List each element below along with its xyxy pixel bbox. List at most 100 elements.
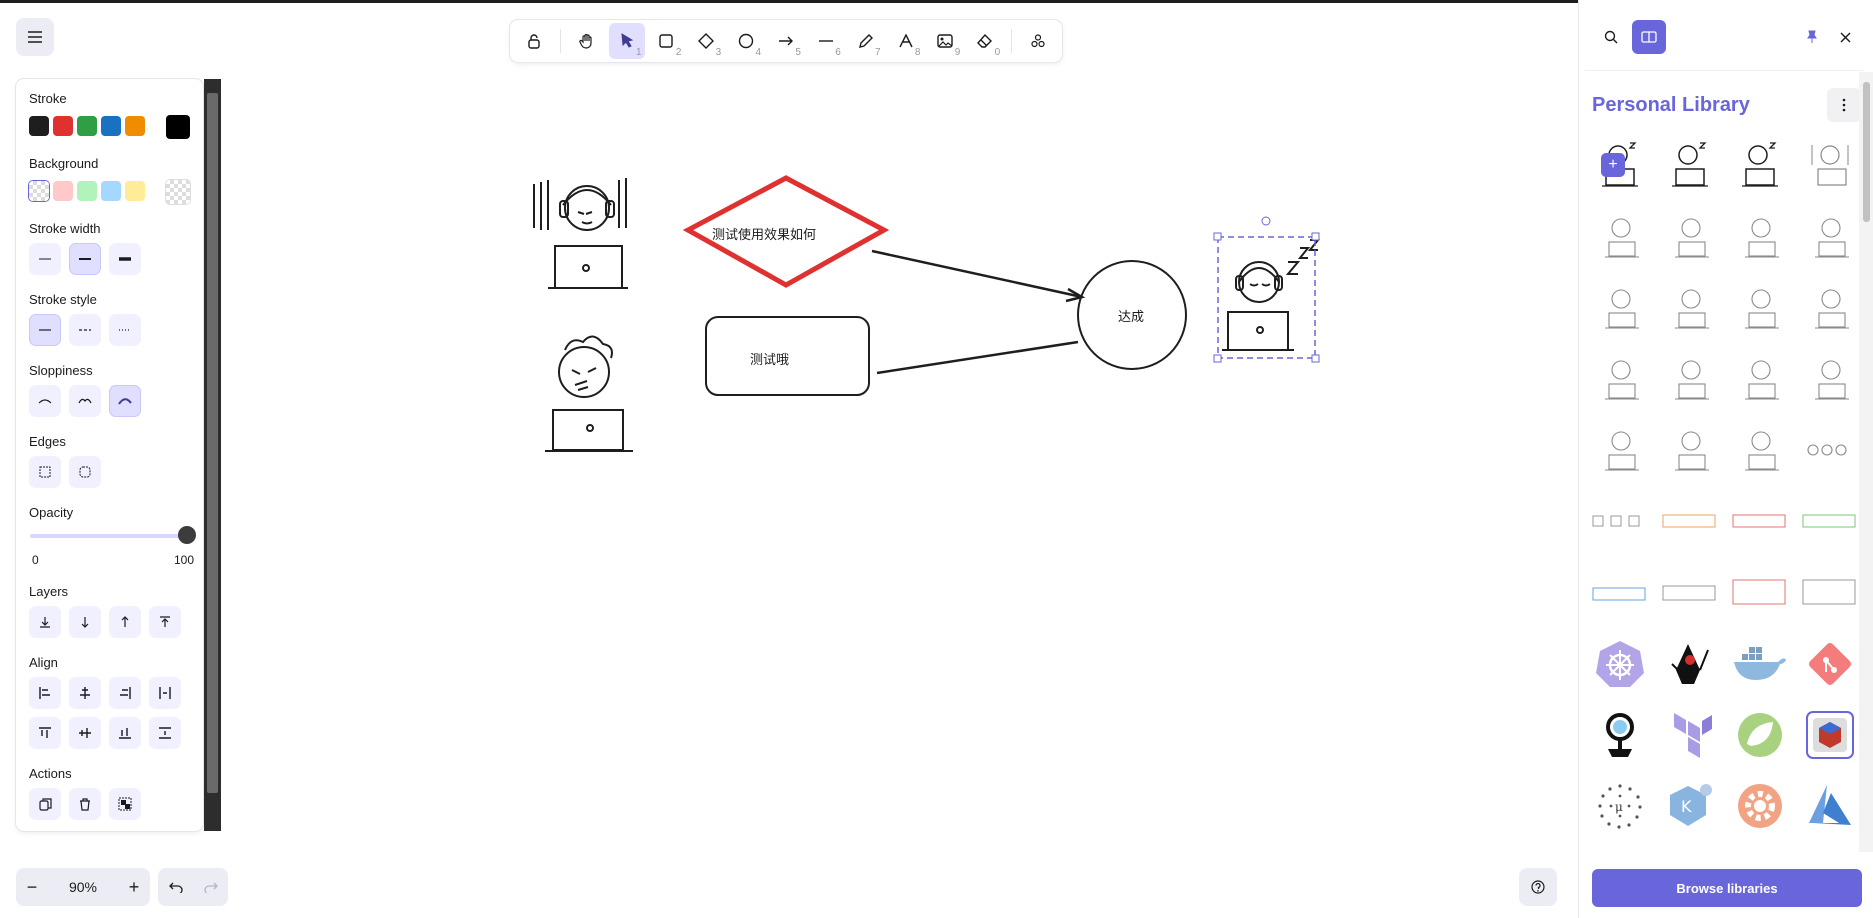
sharp-edge-icon	[39, 466, 51, 478]
stroke-width-thin[interactable]	[29, 243, 61, 275]
tool-draw[interactable]: 7	[848, 23, 884, 59]
library-search-button[interactable]	[1594, 20, 1628, 54]
main-menu-button[interactable]	[16, 18, 54, 56]
opacity-slider-track[interactable]	[30, 534, 182, 538]
delete-button[interactable]	[69, 788, 101, 820]
scrollbar-thumb[interactable]	[207, 93, 218, 793]
library-item[interactable]	[1661, 706, 1719, 764]
artist-icon	[78, 398, 92, 404]
tool-ellipse[interactable]: 4	[728, 23, 764, 59]
scrollbar-thumb[interactable]	[1863, 82, 1870, 222]
library-scrollbar[interactable]	[1859, 72, 1873, 852]
library-item[interactable]	[1801, 136, 1859, 194]
help-button[interactable]	[1519, 868, 1557, 906]
edges-sharp[interactable]	[29, 456, 61, 488]
library-item[interactable]	[1591, 635, 1649, 693]
library-item[interactable]	[1731, 136, 1789, 194]
tool-arrow[interactable]: 5	[768, 23, 804, 59]
stroke-color-orange[interactable]	[125, 116, 145, 136]
align-top-button[interactable]	[29, 717, 61, 749]
sloppiness-architect[interactable]	[29, 385, 61, 417]
bg-color-lightgreen[interactable]	[77, 181, 97, 201]
stroke-color-green[interactable]	[77, 116, 97, 136]
tool-diamond[interactable]: 3	[688, 23, 724, 59]
library-item[interactable]	[1801, 635, 1859, 693]
add-to-library-button[interactable]: +	[1601, 153, 1625, 177]
library-item[interactable]	[1731, 777, 1789, 835]
stroke-width-extrabold[interactable]	[109, 243, 141, 275]
arrow-connector[interactable]	[871, 249, 1083, 299]
stroke-color-red[interactable]	[53, 116, 73, 136]
duplicate-button[interactable]	[29, 788, 61, 820]
stroke-width-bold[interactable]	[69, 243, 101, 275]
stroke-style-dashed[interactable]	[69, 314, 101, 346]
close-sidebar-button[interactable]	[1832, 24, 1858, 50]
library-item[interactable]	[1731, 706, 1789, 764]
sloppiness-artist[interactable]	[69, 385, 101, 417]
library-item[interactable]	[1801, 777, 1859, 835]
shapes-more-icon	[1031, 34, 1045, 48]
undo-icon[interactable]	[168, 881, 183, 893]
sketch-person-stressed[interactable]	[533, 178, 628, 289]
distribute-horizontal-button[interactable]	[149, 677, 181, 709]
tool-selection[interactable]: 1	[608, 23, 645, 59]
line-connector[interactable]	[876, 340, 1079, 375]
library-item[interactable]	[1591, 706, 1649, 764]
spring-icon	[1738, 713, 1782, 757]
library-menu-button[interactable]	[1827, 88, 1861, 122]
align-center-v-button[interactable]	[69, 717, 101, 749]
bg-color-lightblue[interactable]	[101, 181, 121, 201]
library-item[interactable]: K	[1661, 777, 1719, 835]
library-item[interactable]	[1731, 635, 1789, 693]
bg-color-pink[interactable]	[53, 181, 73, 201]
bring-to-front-button[interactable]	[149, 606, 181, 638]
stroke-style-solid[interactable]	[29, 314, 61, 346]
zoom-in-button[interactable]: +	[124, 877, 144, 898]
zoom-out-button[interactable]: −	[22, 877, 42, 898]
library-item[interactable]	[1661, 136, 1719, 194]
library-item[interactable]	[1661, 635, 1719, 693]
pin-icon	[1807, 30, 1817, 43]
pin-sidebar-button[interactable]	[1799, 24, 1825, 50]
stroke-style-dotted[interactable]	[109, 314, 141, 346]
sketch-person-angry[interactable]	[545, 335, 633, 452]
opacity-slider-handle[interactable]	[178, 526, 196, 544]
edges-round[interactable]	[69, 456, 101, 488]
tool-eraser[interactable]: 0	[967, 23, 1003, 59]
library-item[interactable]: μ	[1591, 777, 1649, 835]
library-item[interactable]	[1801, 706, 1859, 764]
sloppiness-cartoonist[interactable]	[109, 385, 141, 417]
properties-scrollbar[interactable]	[204, 79, 221, 831]
person-laptop-icon[interactable]	[1597, 208, 1867, 478]
tool-hand[interactable]	[569, 23, 605, 59]
stroke-color-blue[interactable]	[101, 116, 121, 136]
selection-box[interactable]	[1213, 216, 1320, 363]
bg-color-transparent[interactable]	[29, 181, 49, 201]
bring-forward-button[interactable]	[109, 606, 141, 638]
tool-rectangle[interactable]: 2	[649, 23, 685, 59]
library-tab-button[interactable]	[1632, 20, 1666, 54]
tool-line[interactable]: 6	[808, 23, 844, 59]
redo-icon[interactable]	[203, 881, 218, 893]
distribute-vertical-button[interactable]	[149, 717, 181, 749]
stroke-color-black[interactable]	[29, 116, 49, 136]
bg-color-yellow[interactable]	[125, 181, 145, 201]
zoom-level[interactable]: 90%	[69, 879, 97, 895]
align-left-button[interactable]	[29, 677, 61, 709]
library-item[interactable]: +	[1591, 136, 1649, 194]
sketch-person-sleeping[interactable]	[1222, 239, 1321, 351]
tool-text[interactable]: 8	[888, 23, 924, 59]
card-thumbnail-icon[interactable]	[1591, 510, 1861, 610]
align-center-h-button[interactable]	[69, 677, 101, 709]
tool-more[interactable]	[1020, 23, 1056, 59]
send-backward-button[interactable]	[69, 606, 101, 638]
bg-color-current[interactable]	[166, 180, 190, 204]
group-button[interactable]	[109, 788, 141, 820]
browse-libraries-button[interactable]: Browse libraries	[1592, 869, 1862, 907]
send-to-back-button[interactable]	[29, 606, 61, 638]
stroke-color-current[interactable]	[166, 115, 190, 139]
align-right-button[interactable]	[109, 677, 141, 709]
tool-lock[interactable]	[516, 23, 552, 59]
align-bottom-button[interactable]	[109, 717, 141, 749]
tool-image[interactable]: 9	[927, 23, 963, 59]
